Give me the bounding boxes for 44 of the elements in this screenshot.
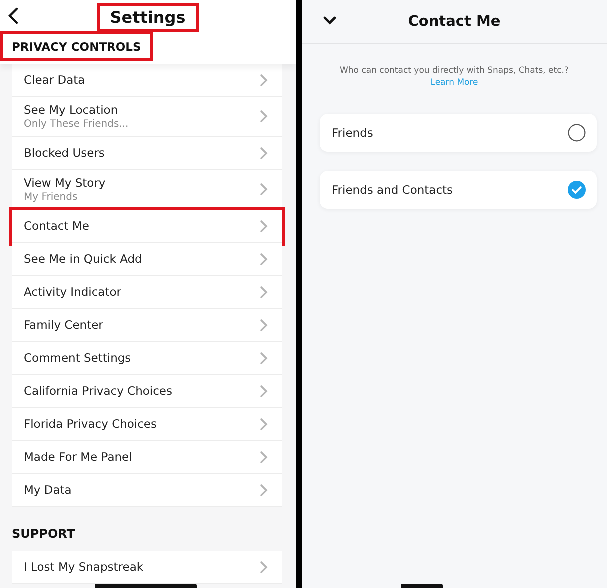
item-label: Activity Indicator	[24, 285, 122, 299]
option-row[interactable]: Friends and Contacts	[320, 171, 597, 209]
home-indicator	[401, 584, 443, 588]
option-label: Friends and Contacts	[332, 183, 454, 197]
item-detail: Only These Friends...	[24, 119, 129, 130]
option-row[interactable]: Friends	[320, 114, 597, 152]
item-label: Family Center	[24, 318, 104, 332]
question-text: Who can contact you directly with Snaps, Chats, etc.?	[339, 66, 570, 76]
item-label: Contact Me	[24, 219, 90, 233]
chevron-right-icon	[260, 484, 268, 496]
chevron-right-icon	[260, 318, 268, 332]
item-detail: My Friends	[24, 192, 79, 203]
item-label: California Privacy Choices	[24, 384, 172, 398]
chevron-right-icon	[260, 74, 268, 86]
settings-item[interactable]: See Me in Quick Add	[12, 243, 282, 276]
settings-item[interactable]: Contact Me	[12, 210, 282, 243]
item-label: Florida Privacy Choices	[24, 417, 158, 431]
chevron-right-icon	[260, 418, 268, 430]
item-label: View My Story	[24, 176, 106, 190]
chevron-right-icon	[260, 352, 268, 364]
item-label: Comment Settings	[24, 351, 132, 365]
section-heading: SUPPORT	[11, 526, 76, 543]
chevron-right-icon	[260, 384, 268, 398]
chevron-right-icon	[260, 183, 268, 196]
chevron-right-icon	[260, 252, 268, 266]
item-label: Made For Me Panel	[24, 450, 132, 464]
item-label: See Me in Quick Add	[24, 252, 142, 266]
settings-item[interactable]: I Lost My Snapstreak	[12, 551, 282, 584]
option-label: Friends	[332, 126, 374, 140]
item-label: I Lost My Snapstreak	[24, 560, 144, 574]
screen-title: Contact Me	[408, 14, 501, 30]
item-label: Clear Data	[24, 73, 86, 87]
settings-item[interactable]: Clear Data	[12, 64, 282, 97]
item-label: Blocked Users	[24, 146, 105, 160]
section-heading: PRIVACY CONTROLS	[3, 34, 150, 58]
item-label: My Data	[24, 483, 72, 497]
chevron-right-icon	[260, 220, 268, 232]
chevron-right-icon	[260, 560, 268, 574]
chevron-right-icon	[260, 450, 268, 464]
chevron-right-icon	[260, 286, 268, 298]
chevron-right-icon	[260, 146, 268, 160]
chevron-right-icon	[260, 110, 268, 123]
screen-title: Settings	[100, 6, 196, 28]
item-label: See My Location	[24, 103, 120, 117]
